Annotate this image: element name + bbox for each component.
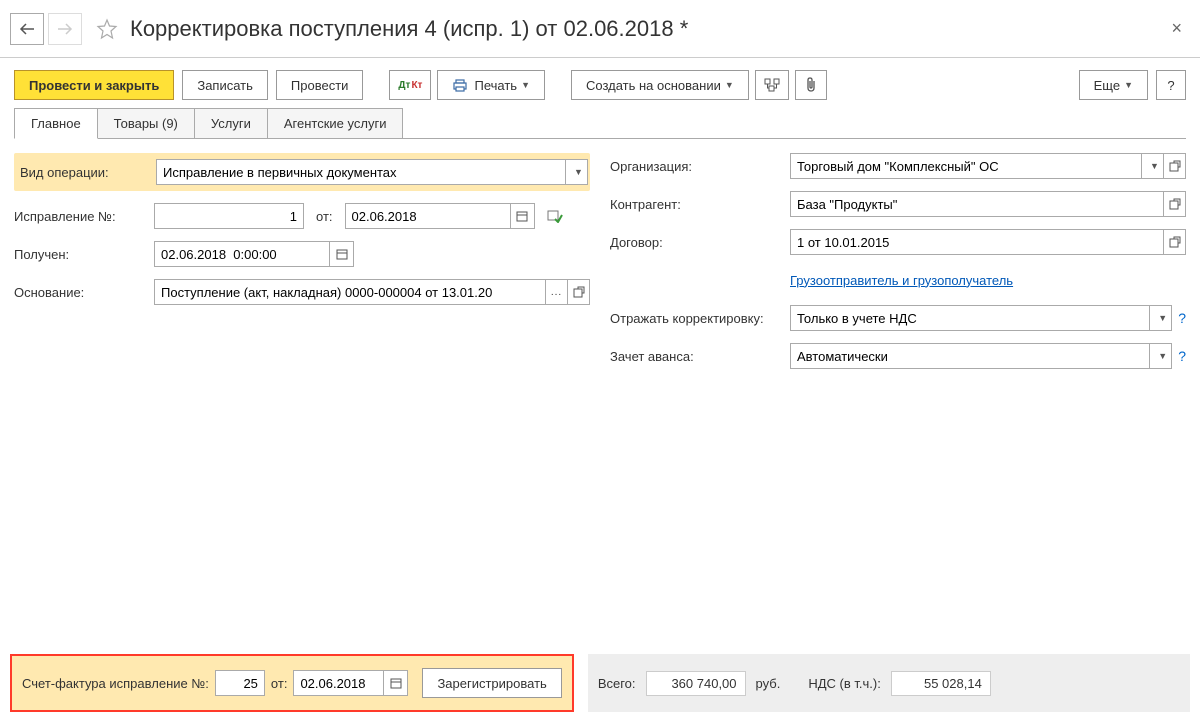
from-label: от: xyxy=(316,209,333,224)
basis-input[interactable] xyxy=(154,279,546,305)
help-button[interactable]: ? xyxy=(1156,70,1186,100)
organization-open-button[interactable] xyxy=(1164,153,1186,179)
window-title: Корректировка поступления 4 (испр. 1) от… xyxy=(130,16,1163,42)
help-icon[interactable]: ? xyxy=(1178,310,1186,326)
total-value: 360 740,00 xyxy=(646,671,746,696)
tab-agency[interactable]: Агентские услуги xyxy=(267,108,404,138)
currency-label: руб. xyxy=(756,676,781,691)
arrow-right-icon xyxy=(57,23,73,35)
date-ok-icon[interactable] xyxy=(547,209,563,223)
close-button[interactable]: × xyxy=(1163,14,1190,43)
advance-label: Зачет аванса: xyxy=(610,349,790,364)
from-label: от: xyxy=(271,676,288,691)
organization-dropdown[interactable]: ▼ xyxy=(1142,153,1164,179)
vat-value: 55 028,14 xyxy=(891,671,991,696)
chevron-down-icon: ▼ xyxy=(521,80,530,90)
operation-type-label: Вид операции: xyxy=(16,165,156,180)
totals-block: Всего: 360 740,00 руб. НДС (в т.ч.): 55 … xyxy=(588,654,1190,712)
tab-main[interactable]: Главное xyxy=(14,108,98,139)
contract-label: Договор: xyxy=(610,235,790,250)
calendar-button[interactable] xyxy=(330,241,354,267)
basis-label: Основание: xyxy=(14,285,154,300)
arrow-left-icon xyxy=(19,23,35,35)
save-button[interactable]: Записать xyxy=(182,70,268,100)
nav-back-button[interactable] xyxy=(10,13,44,45)
paperclip-icon xyxy=(804,77,818,93)
invoice-label: Счет-фактура исправление №: xyxy=(22,676,209,691)
chevron-down-icon: ▼ xyxy=(1124,80,1133,90)
structure-icon xyxy=(764,78,780,92)
consignor-link[interactable]: Грузоотправитель и грузополучатель xyxy=(790,273,1013,288)
basis-select-button[interactable]: ... xyxy=(546,279,568,305)
favorite-star-icon[interactable] xyxy=(94,16,120,42)
invoice-date-input[interactable] xyxy=(293,670,384,696)
register-button[interactable]: Зарегистрировать xyxy=(422,668,561,698)
chevron-down-icon: ▼ xyxy=(574,167,583,177)
advance-dropdown[interactable]: ▼ xyxy=(1150,343,1172,369)
calendar-button[interactable] xyxy=(384,670,408,696)
dt-kt-button[interactable]: ДтКт xyxy=(389,70,431,100)
reflect-dropdown[interactable]: ▼ xyxy=(1150,305,1172,331)
chevron-down-icon: ▼ xyxy=(1158,313,1167,323)
received-label: Получен: xyxy=(14,247,154,262)
invoice-register-block: Счет-фактура исправление №: от: Зарегист… xyxy=(10,654,574,712)
calendar-icon xyxy=(336,248,348,260)
reflect-input[interactable] xyxy=(790,305,1150,331)
open-icon xyxy=(1169,198,1181,210)
organization-input[interactable] xyxy=(790,153,1142,179)
kt-icon: Кт xyxy=(411,80,422,91)
calendar-button[interactable] xyxy=(511,203,535,229)
create-based-on-button[interactable]: Создать на основании ▼ xyxy=(571,70,749,100)
correction-no-label: Исправление №: xyxy=(14,209,154,224)
counterparty-input[interactable] xyxy=(790,191,1164,217)
reflect-label: Отражать корректировку: xyxy=(610,311,790,326)
organization-label: Организация: xyxy=(610,159,790,174)
calendar-icon xyxy=(390,677,402,689)
post-button[interactable]: Провести xyxy=(276,70,364,100)
dt-icon: Дт xyxy=(398,80,410,91)
open-icon xyxy=(1169,236,1181,248)
operation-type-dropdown[interactable]: ▼ xyxy=(566,159,588,185)
counterparty-open-button[interactable] xyxy=(1164,191,1186,217)
chevron-down-icon: ▼ xyxy=(1150,161,1159,171)
tab-goods[interactable]: Товары (9) xyxy=(97,108,195,138)
invoice-no-input[interactable] xyxy=(215,670,265,696)
total-label: Всего: xyxy=(598,676,636,691)
correction-date-input[interactable] xyxy=(345,203,511,229)
chevron-down-icon: ▼ xyxy=(725,80,734,90)
vat-label: НДС (в т.ч.): xyxy=(808,676,881,691)
help-icon[interactable]: ? xyxy=(1178,348,1186,364)
nav-forward-button[interactable] xyxy=(48,13,82,45)
operation-type-field[interactable] xyxy=(156,159,566,185)
structure-button[interactable] xyxy=(755,70,789,100)
more-button[interactable]: Еще ▼ xyxy=(1079,70,1148,100)
open-icon xyxy=(573,286,585,298)
print-button[interactable]: Печать ▼ xyxy=(437,70,545,100)
attachment-button[interactable] xyxy=(795,70,827,100)
basis-open-button[interactable] xyxy=(568,279,590,305)
tab-services[interactable]: Услуги xyxy=(194,108,268,138)
correction-no-input[interactable] xyxy=(154,203,304,229)
post-and-close-button[interactable]: Провести и закрыть xyxy=(14,70,174,100)
counterparty-label: Контрагент: xyxy=(610,197,790,212)
chevron-down-icon: ▼ xyxy=(1158,351,1167,361)
contract-open-button[interactable] xyxy=(1164,229,1186,255)
advance-input[interactable] xyxy=(790,343,1150,369)
received-input[interactable] xyxy=(154,241,330,267)
open-icon xyxy=(1169,160,1181,172)
printer-icon xyxy=(452,78,468,92)
contract-input[interactable] xyxy=(790,229,1164,255)
calendar-icon xyxy=(516,210,528,222)
